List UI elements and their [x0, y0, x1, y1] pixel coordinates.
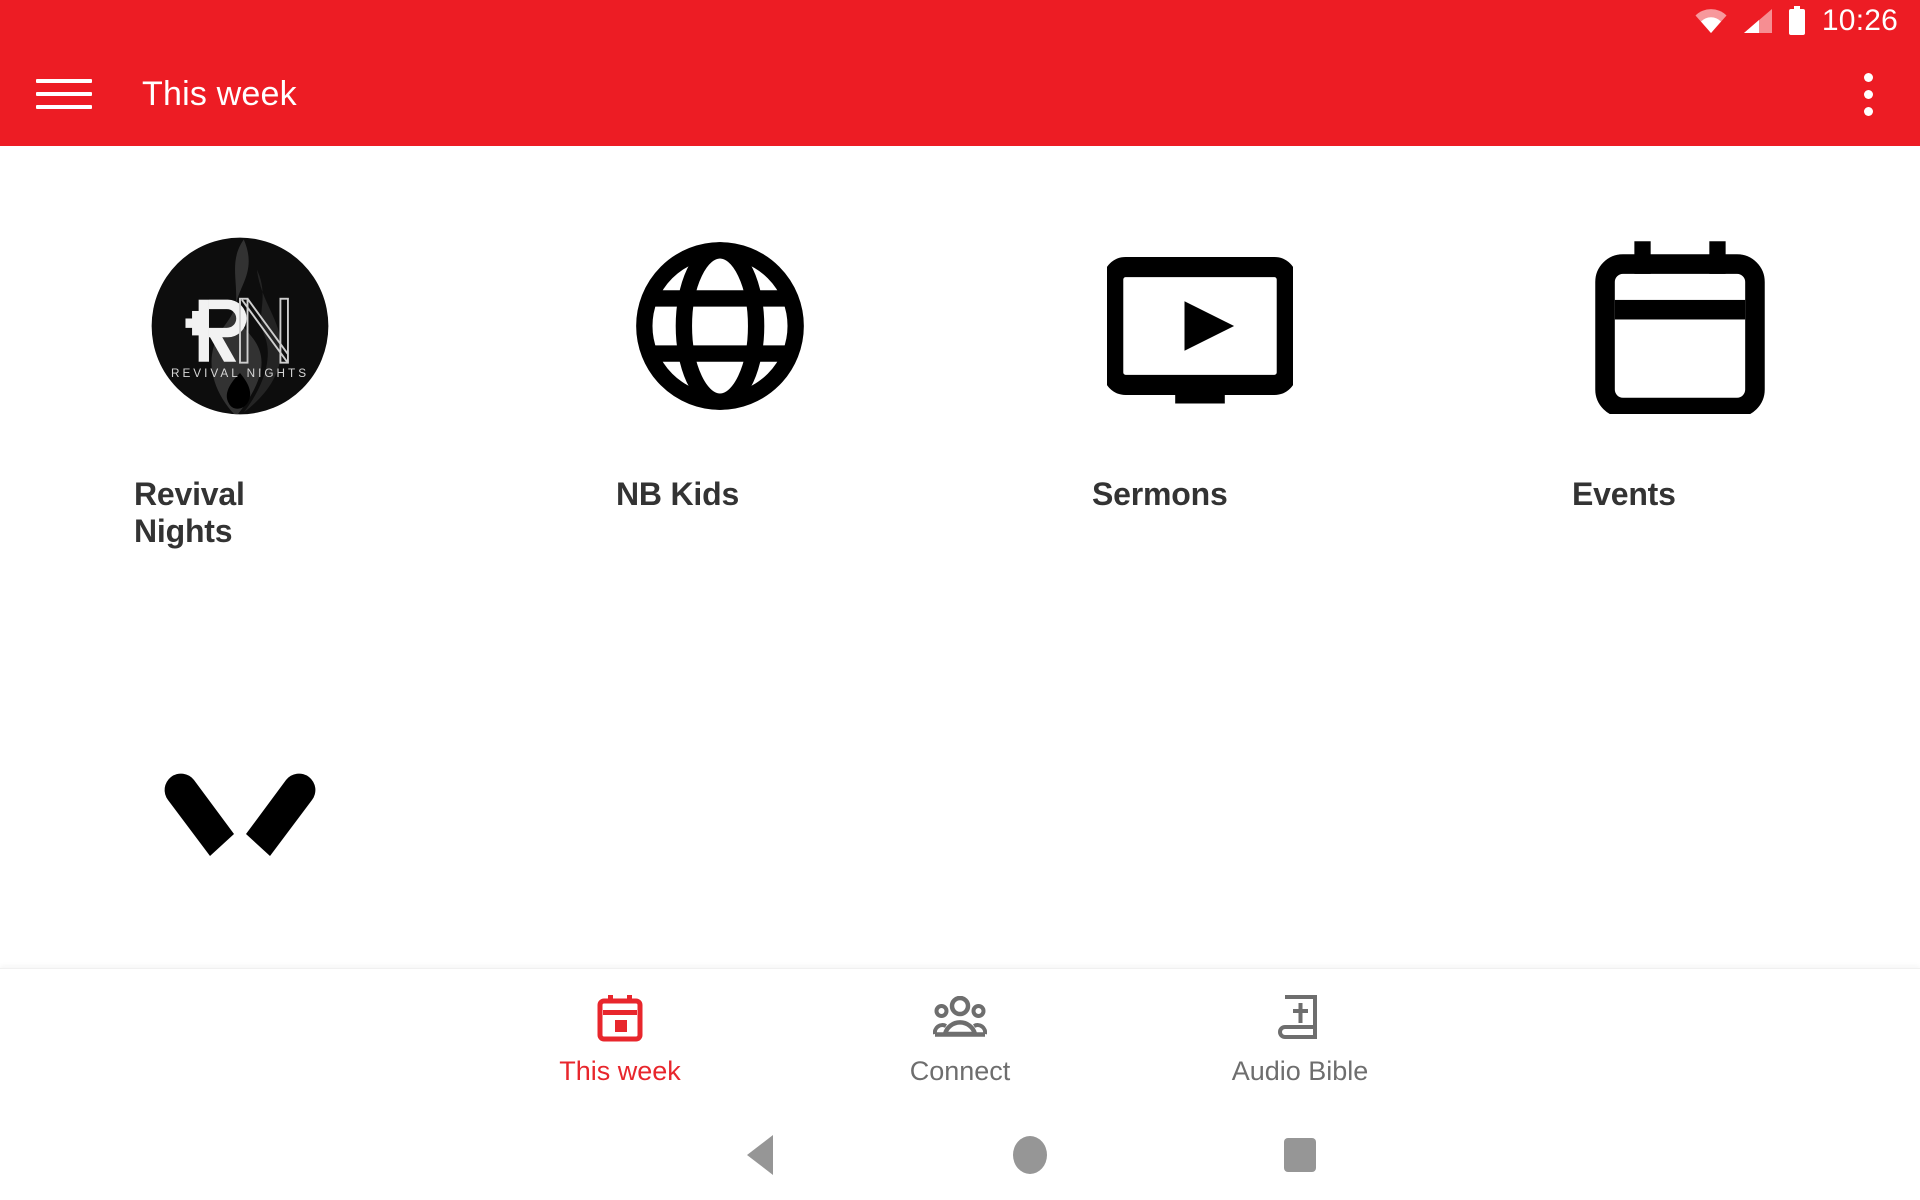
home-button[interactable]	[970, 1110, 1090, 1200]
hamburger-menu-icon[interactable]	[36, 66, 92, 122]
wifi-icon	[1694, 8, 1728, 34]
globe-icon	[612, 218, 828, 434]
praying-hands-icon	[150, 738, 330, 863]
battery-icon	[1788, 6, 1806, 36]
nav-item-label: This week	[559, 1056, 681, 1086]
grid-tile-label: Revival Nights	[134, 476, 245, 549]
grid-tile-revival-nights[interactable]: REVIVAL NIGHTS Revival Nights	[0, 218, 480, 550]
grid-tile-empty	[960, 738, 1440, 863]
nav-item-label: Connect	[909, 1056, 1011, 1086]
calendar-icon	[1572, 218, 1788, 434]
content-scroll-area[interactable]: REVIVAL NIGHTS Revival Nights NB Kids Se…	[0, 146, 1920, 968]
overflow-menu-icon[interactable]	[1838, 54, 1898, 134]
grid-tile-label: Sermons	[1092, 476, 1228, 512]
nav-item-this-week[interactable]: This week	[450, 992, 790, 1087]
status-clock: 10:26	[1821, 4, 1898, 37]
app-bar: This week	[0, 42, 1920, 146]
grid-tile-empty	[480, 738, 960, 863]
bottom-navigation-bar: This week Connect Audio Bible	[0, 968, 1920, 1110]
grid-tile-label: NB Kids	[616, 476, 740, 512]
shortcut-grid-row-2	[0, 738, 1920, 863]
revival-nights-logo-icon: REVIVAL NIGHTS	[132, 218, 348, 434]
calendar-today-icon	[597, 992, 643, 1044]
back-button[interactable]	[700, 1110, 820, 1200]
grid-tile-empty	[1440, 738, 1920, 863]
nav-item-label: Audio Bible	[1231, 1056, 1369, 1086]
nav-item-audio-bible[interactable]: Audio Bible	[1130, 992, 1470, 1087]
square-recents-icon	[1284, 1138, 1316, 1172]
grid-tile-nb-kids[interactable]: NB Kids	[480, 218, 960, 550]
grid-tile-partial[interactable]	[0, 738, 480, 863]
bible-book-icon	[1278, 992, 1322, 1044]
people-group-icon	[933, 992, 987, 1044]
grid-tile-label: Events	[1572, 476, 1676, 512]
circle-home-icon	[1013, 1136, 1047, 1174]
grid-tile-sermons[interactable]: Sermons	[960, 218, 1440, 550]
svg-text:REVIVAL NIGHTS: REVIVAL NIGHTS	[171, 367, 309, 380]
tv-play-icon	[1092, 218, 1308, 434]
cellular-signal-icon	[1742, 8, 1774, 34]
page-title: This week	[142, 74, 297, 113]
recents-button[interactable]	[1240, 1110, 1360, 1200]
triangle-back-icon	[747, 1135, 773, 1175]
nav-item-connect[interactable]: Connect	[790, 992, 1130, 1087]
android-system-nav	[0, 1110, 1920, 1200]
status-bar: 10:26	[0, 0, 1920, 42]
grid-tile-events[interactable]: Events	[1440, 218, 1920, 550]
shortcut-grid: REVIVAL NIGHTS Revival Nights NB Kids Se…	[0, 146, 1920, 550]
